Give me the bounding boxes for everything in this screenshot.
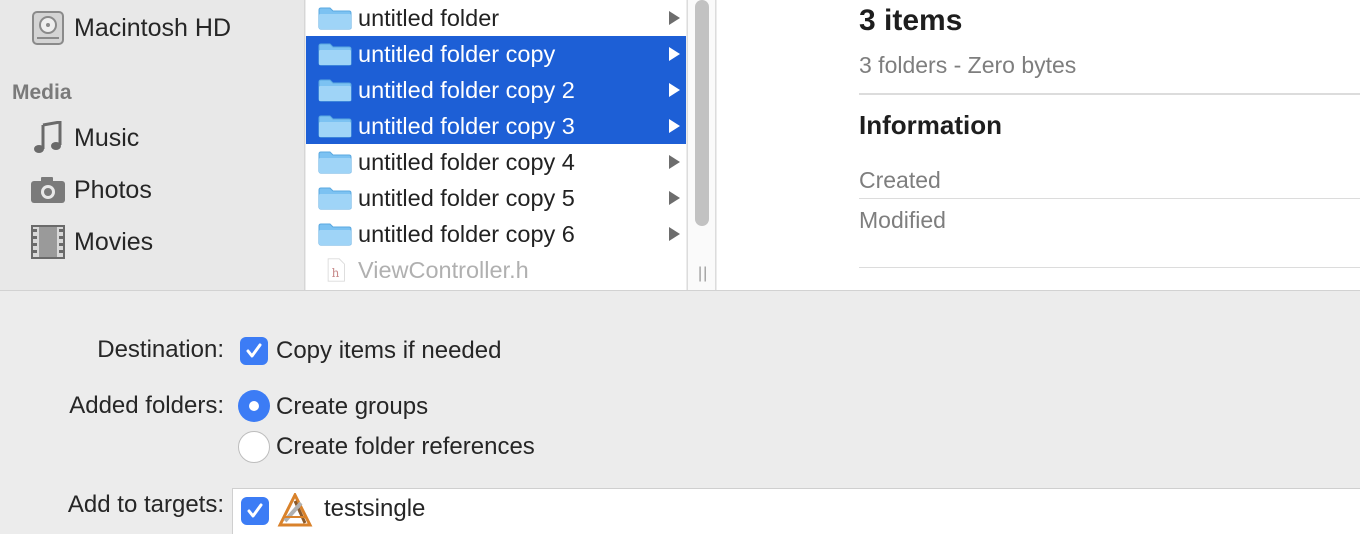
file-row[interactable]: untitled folder copy 5 <box>306 180 686 216</box>
file-name: untitled folder copy 5 <box>358 184 575 211</box>
disclosure-arrow-icon <box>669 119 680 133</box>
disclosure-arrow-icon <box>669 155 680 169</box>
sidebar-item-macintosh-hd[interactable]: Macintosh HD <box>28 8 231 48</box>
file-name: untitled folder copy 3 <box>358 112 575 139</box>
file-browser: Macintosh HD Media Music Photos Movies u… <box>0 0 1360 291</box>
folder-icon <box>318 115 352 138</box>
folder-icon <box>318 187 352 210</box>
info-heading: Information <box>859 110 1002 140</box>
checkmark-icon <box>247 503 263 518</box>
target-name[interactable]: testsingle <box>324 495 425 523</box>
sidebar-item-label: Music <box>74 123 140 152</box>
disclosure-arrow-icon <box>669 47 680 61</box>
divider <box>859 267 1360 268</box>
preview-pane: 3 items 3 folders - Zero bytes Informati… <box>717 0 1360 290</box>
copy-items-label[interactable]: Copy items if needed <box>276 337 501 365</box>
create-folder-references-radio[interactable] <box>238 431 270 463</box>
hard-drive-icon <box>28 8 68 48</box>
preview-title: 3 items <box>859 4 963 37</box>
created-label: Created <box>859 167 941 193</box>
file-row[interactable]: untitled folder copy 6 <box>306 216 686 252</box>
file-row[interactable]: untitled folder copy 2 <box>306 72 686 108</box>
create-groups-label[interactable]: Create groups <box>276 393 428 421</box>
added-folders-label: Added folders: <box>69 392 224 419</box>
folder-icon <box>318 7 352 30</box>
column-resize-handle-icon[interactable]: || <box>698 265 708 283</box>
column-scrollbar[interactable]: || <box>687 0 716 290</box>
svg-text:h: h <box>332 266 340 280</box>
sidebar-item-movies[interactable]: Movies <box>28 222 153 262</box>
add-to-targets-label: Add to targets: <box>67 491 224 518</box>
sidebar-item-label: Movies <box>74 227 154 256</box>
divider <box>859 198 1360 199</box>
scrollbar-thumb[interactable] <box>695 0 709 226</box>
folder-icon <box>318 151 352 174</box>
file-name: ViewController.h <box>358 256 529 283</box>
film-icon <box>28 222 68 262</box>
target-checkbox[interactable] <box>241 497 269 525</box>
sidebar-item-label: Photos <box>74 175 152 204</box>
create-folder-references-label[interactable]: Create folder references <box>276 433 535 461</box>
copy-items-checkbox[interactable] <box>240 337 268 365</box>
file-name: untitled folder copy 6 <box>358 220 575 247</box>
checkmark-icon <box>246 343 262 358</box>
sidebar-item-photos[interactable]: Photos <box>28 170 152 210</box>
file-row[interactable]: untitled folder copy <box>306 36 686 72</box>
file-name: untitled folder copy 4 <box>358 148 575 175</box>
file-row[interactable]: untitled folder <box>306 0 686 36</box>
header-file-icon: h <box>327 258 345 282</box>
file-row[interactable]: untitled folder copy 4 <box>306 144 686 180</box>
file-row[interactable]: h ViewController.h <box>306 252 686 288</box>
file-row[interactable]: untitled folder copy 3 <box>306 108 686 144</box>
app-target-icon <box>277 493 313 527</box>
destination-label: Destination: <box>97 336 224 363</box>
file-name: untitled folder copy 2 <box>358 76 575 103</box>
file-name: untitled folder copy <box>358 40 556 67</box>
folder-icon <box>318 223 352 246</box>
modified-label: Modified <box>859 207 946 233</box>
divider <box>859 93 1360 95</box>
folder-icon <box>318 79 352 102</box>
camera-icon <box>28 170 68 210</box>
file-list-column: untitled folder untitled folder copy unt… <box>306 0 686 290</box>
preview-subtitle: 3 folders - Zero bytes <box>859 52 1077 78</box>
sidebar: Macintosh HD Media Music Photos Movies <box>0 0 305 290</box>
disclosure-arrow-icon <box>669 83 680 97</box>
sidebar-item-label: Macintosh HD <box>74 13 231 42</box>
disclosure-arrow-icon <box>669 191 680 205</box>
file-name: untitled folder <box>358 4 500 31</box>
music-note-icon <box>28 118 68 158</box>
disclosure-arrow-icon <box>669 227 680 241</box>
disclosure-arrow-icon <box>669 11 680 25</box>
sidebar-heading-media: Media <box>12 81 72 104</box>
sidebar-item-music[interactable]: Music <box>28 118 139 158</box>
targets-list: testsingle <box>232 488 1360 534</box>
folder-icon <box>318 43 352 66</box>
create-groups-radio[interactable] <box>238 390 270 422</box>
